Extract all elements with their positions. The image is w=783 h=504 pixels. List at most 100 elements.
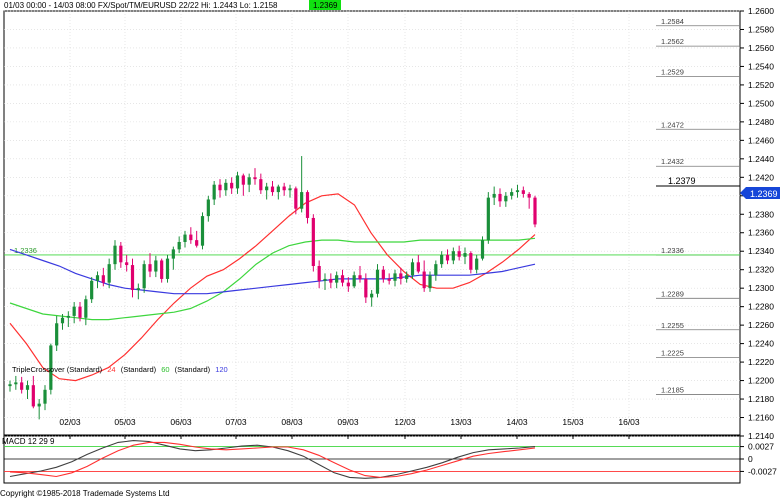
ma-line-24 [9,193,536,382]
level-label: 1.2255 [661,321,684,330]
candle-body [352,275,356,287]
x-tick-label: 09/03 [337,417,359,427]
y-tick-label: 1.2440 [748,154,774,164]
x-tick-label: 12/03 [394,417,416,427]
candle-body [364,278,368,298]
x-tick-label: 05/03 [114,417,136,427]
candle-body [469,253,473,270]
candle-body [206,199,210,217]
candle-body [276,186,280,193]
y-tick-label: 1.2520 [748,80,774,90]
x-tick-label: 02/03 [59,417,81,427]
support-label: 1.2336 [14,246,37,255]
x-tick-label: 07/03 [225,417,247,427]
candle-body [440,254,444,265]
legend-period-24: 24 [107,365,115,374]
candle-body [259,179,263,191]
candle-body [130,265,135,291]
candle-body [101,275,105,283]
y-tick-label: 1.2340 [748,246,774,256]
candle-body [428,275,432,289]
candle-body [148,264,152,272]
candle-body [78,306,82,318]
candle-body [370,293,374,298]
candle-body [498,193,502,202]
candle-body [241,175,245,185]
candle-body [270,186,275,193]
candle-body [218,184,222,191]
y-tick-label: 1.2580 [748,24,774,34]
candle-body [230,182,234,189]
ma-line-60 [9,237,536,321]
candle-body [95,275,100,281]
y-tick-label: 1.2300 [748,283,774,293]
candle-body [20,382,24,390]
candle-body [235,175,240,189]
candle-body [445,254,450,261]
level-label: 1.2529 [661,68,684,77]
level-label: 1.2225 [661,348,684,357]
candle-body [358,275,362,279]
candle-body [60,317,65,324]
level-label: 1.2336 [661,246,684,255]
macd-tick-label: -0.0027 [748,466,777,476]
crosshair-price: 1.2379 [668,176,696,186]
candle-body [480,240,485,259]
candle-body [410,262,415,276]
candle-body [200,216,205,246]
x-tick-label: 14/03 [506,417,528,427]
y-tick-label: 1.2260 [748,320,774,330]
price-levels: 1.2584 1.2562 1.2529 1.2472 1.2432 1.2336 1.22… [4,17,740,395]
level-label: 1.2432 [661,157,684,166]
candle-body [346,282,350,287]
candle-body [381,269,385,279]
candle-body [142,264,146,289]
candle-body [177,241,181,250]
candle-body [317,266,321,281]
level-label: 1.2289 [661,289,684,298]
candle-body [165,258,170,279]
candle-body [282,186,286,191]
current-price-label: 1.2369 [750,189,778,199]
candle-body [119,245,123,263]
y-tick-label: 1.2280 [748,302,774,312]
candle-body [154,260,158,272]
y-tick-label: 1.2500 [748,98,774,108]
candle-body [405,275,409,279]
legend-period-60: 60 [161,365,169,374]
candle-body [265,186,269,191]
candle-body [375,269,380,294]
candle-body [183,234,187,242]
candle-body [463,253,467,257]
chart-window: 01/03 00:00 - 14/03 08:00 FX/Spot/TM/EUR… [0,0,783,499]
candle-body [247,177,251,185]
candle-body [510,192,514,196]
candle-body [160,260,164,279]
legend-name: TripleCrossover (Standard) [12,365,103,374]
macd-axis: 0.0027 0 -0.0027 [740,442,777,476]
candle-body [492,193,496,198]
y-tick-label: 1.2600 [748,6,774,16]
candle-body [107,264,111,283]
candle-body [294,188,298,209]
candle-body [90,280,94,300]
candle-body [72,306,76,316]
legend-period-120: 120 [215,365,228,374]
candle-body [329,278,333,283]
candle-body [55,323,59,346]
candle-body [288,188,292,191]
macd-tick-label: 0.0027 [748,442,774,452]
x-tick-label: 15/03 [562,417,584,427]
level-label: 1.2185 [661,385,684,394]
y-tick-label: 1.2480 [748,117,774,127]
candle-body [387,278,391,281]
candle-body [422,271,426,289]
candle-body [521,190,525,194]
candle-body [451,251,455,261]
candle-body [335,275,339,283]
candle-body [43,389,47,404]
candle-body [393,273,397,281]
candle-body [25,385,30,390]
level-label: 1.2562 [661,37,684,46]
candle-body [31,385,35,407]
